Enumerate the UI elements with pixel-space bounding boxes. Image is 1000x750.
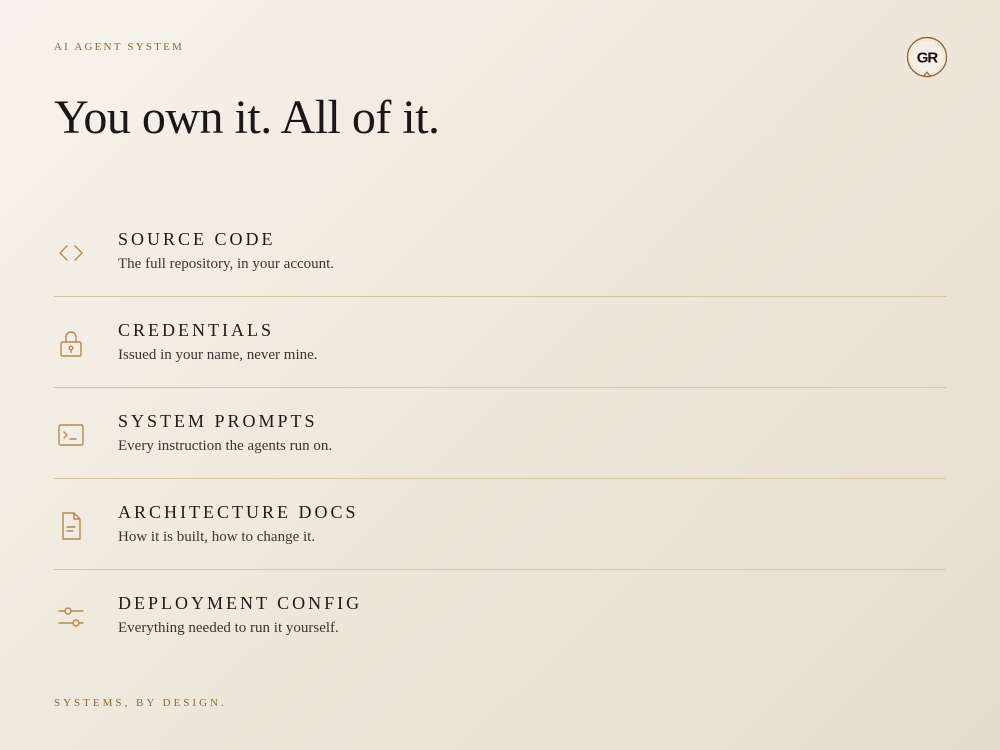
list-item-architecture-docs: ARCHITECTURE DOCS How it is built, how t… bbox=[54, 479, 946, 570]
code-brackets-icon bbox=[54, 236, 88, 270]
item-description: Every instruction the agents run on. bbox=[118, 438, 333, 454]
item-title: SOURCE CODE bbox=[118, 229, 276, 249]
padlock-icon bbox=[54, 327, 88, 361]
page: AI AGENT SYSTEM GR You own it. All of it… bbox=[0, 0, 1000, 750]
item-title: DEPLOYMENT CONFIG bbox=[118, 593, 363, 613]
eyebrow-label: AI AGENT SYSTEM bbox=[54, 41, 184, 53]
gr-monogram-logo: GR bbox=[906, 36, 948, 78]
sliders-icon bbox=[54, 600, 88, 634]
item-description: Everything needed to run it yourself. bbox=[118, 620, 339, 636]
item-description: How it is built, how to change it. bbox=[118, 529, 316, 545]
list-item-credentials: CREDENTIALS Issued in your name, never m… bbox=[54, 297, 946, 388]
ownership-list: SOURCE CODE The full repository, in your… bbox=[54, 206, 946, 660]
item-description: The full repository, in your account. bbox=[118, 256, 335, 272]
footer-tagline: SYSTEMS, BY DESIGN. bbox=[54, 697, 227, 709]
list-item-deployment-config: DEPLOYMENT CONFIG Everything needed to r… bbox=[54, 570, 946, 660]
document-icon bbox=[54, 509, 88, 543]
item-title: CREDENTIALS bbox=[118, 320, 274, 340]
item-title: ARCHITECTURE DOCS bbox=[118, 502, 359, 522]
list-item-source-code: SOURCE CODE The full repository, in your… bbox=[54, 206, 946, 297]
item-title: SYSTEM PROMPTS bbox=[118, 411, 318, 431]
list-item-system-prompts: SYSTEM PROMPTS Every instruction the age… bbox=[54, 388, 946, 479]
terminal-icon bbox=[54, 418, 88, 452]
logo-text: GR bbox=[917, 50, 939, 67]
page-title: You own it. All of it. bbox=[54, 91, 440, 144]
logo-graphic: GR bbox=[906, 36, 948, 78]
item-description: Issued in your name, never mine. bbox=[118, 347, 318, 363]
